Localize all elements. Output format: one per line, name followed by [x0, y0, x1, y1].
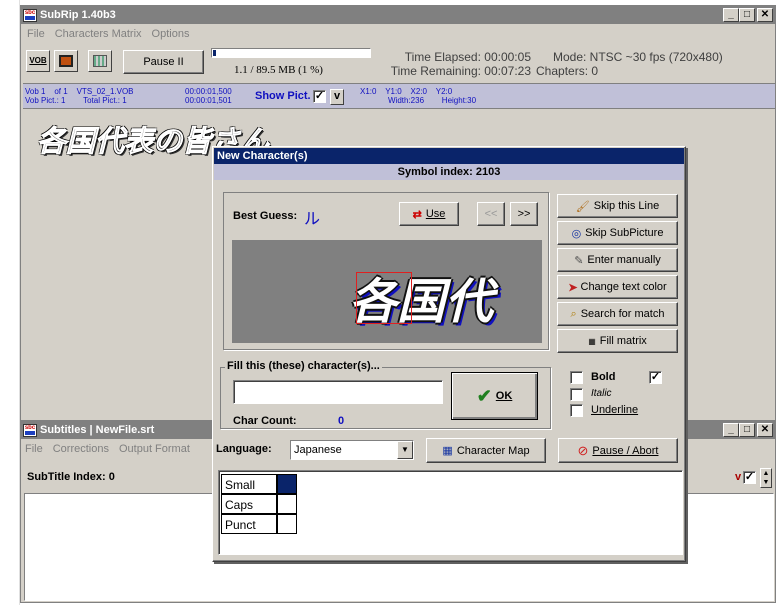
coords-line2: Width:236 Height:30 — [388, 96, 477, 105]
bold-label: Bold — [591, 371, 616, 383]
next-button[interactable]: >> — [510, 202, 538, 226]
time-elapsed: Time Elapsed: 00:00:05 — [404, 50, 531, 64]
brush-icon: 🖌 — [575, 200, 590, 213]
chevron-down-icon[interactable]: ▼ — [397, 441, 413, 459]
matrix-area: Small Caps Punct — [218, 470, 683, 555]
left-edge — [0, 0, 20, 605]
subtitles-maximize-button[interactable]: □ — [739, 423, 755, 437]
character-preview: 各国代 — [232, 240, 542, 343]
minimize-button[interactable]: _ — [723, 8, 739, 22]
char-count-label: Char Count: — [233, 415, 297, 427]
use-button[interactable]: ⇄ Use — [399, 202, 459, 226]
film-icon-button[interactable] — [54, 50, 78, 72]
color-arrow-icon: ➤ — [568, 281, 578, 294]
preview-highlight-box — [356, 272, 412, 324]
pause-abort-button[interactable]: ⊘ Pause / Abort — [558, 438, 678, 463]
bold-checkbox[interactable] — [570, 371, 583, 384]
enter-manually-button[interactable]: ✎ Enter manually — [557, 248, 678, 272]
show-pict-checkbox[interactable]: ✓ — [313, 90, 326, 103]
subtitles-spinner[interactable]: ▲ ▼ — [760, 468, 772, 488]
maximize-button[interactable]: □ — [739, 8, 755, 22]
menu-options[interactable]: Options — [152, 28, 190, 40]
new-character-dialog: New Character(s) Symbol index: 2103 Best… — [212, 146, 686, 562]
pencil-icon: ✎ — [574, 254, 584, 267]
vob-icon-button[interactable]: VOB — [26, 50, 50, 72]
matrix-icon: ▦ — [588, 336, 596, 346]
change-text-color-button[interactable]: ➤ Change text color — [557, 275, 678, 299]
subtitles-v-checkbox[interactable]: ✓ — [743, 471, 756, 484]
search-match-icon: ⌕ — [570, 307, 577, 320]
pause-button[interactable]: Pause II — [123, 50, 204, 74]
subtitles-minimize-button[interactable]: _ — [723, 423, 739, 437]
italic-label: Italic — [591, 388, 612, 399]
menu-characters-matrix[interactable]: Characters Matrix — [55, 28, 142, 40]
subrip-app-icon: sbc — [23, 8, 37, 22]
subtitle-index-label: SubTitle Index: 0 — [27, 471, 115, 483]
language-value: Japanese — [294, 444, 342, 456]
symbol-index: Symbol index: 2103 — [397, 166, 501, 178]
symbol-index-bar: Symbol index: 2103 — [214, 164, 684, 180]
matrix-row-punct[interactable]: Punct — [221, 514, 297, 534]
subrip-titlebar[interactable]: sbc SubRip 1.40b3 _ □ ✕ — [21, 6, 775, 24]
matrix-row-caps[interactable]: Caps — [221, 494, 297, 514]
fill-input[interactable] — [233, 380, 443, 404]
fill-matrix-button[interactable]: ▦ Fill matrix — [557, 329, 678, 353]
checkmark-icon: ✔ — [476, 385, 492, 406]
v-button[interactable]: v — [330, 89, 344, 105]
binoculars-icon: ◎ — [571, 227, 582, 240]
progress-text: 1.1 / 89.5 MB (1 %) — [234, 64, 323, 76]
close-button[interactable]: ✕ — [757, 8, 773, 22]
matrix-row-small[interactable]: Small — [221, 474, 297, 494]
info-bar: Vob 1 of 1 VTS_02_1.VOB Vob Pict.: 1 Tot… — [23, 83, 775, 109]
picture-icon-button[interactable] — [88, 50, 112, 72]
italic-checkbox[interactable] — [570, 388, 583, 401]
subrip-menubar: File Characters Matrix Options — [21, 25, 775, 43]
picture-icon — [93, 55, 107, 67]
coords-line1: X1:0 Y1:0 X2:0 Y2:0 — [360, 87, 453, 96]
subtitles-title: Subtitles | NewFile.srt — [40, 424, 155, 436]
ok-button[interactable]: ✔ OK — [451, 372, 538, 420]
use-arrows-icon: ⇄ — [412, 208, 422, 221]
progress-bar — [211, 48, 371, 58]
vob-info-line2: Vob Pict.: 1 Total Pict.: 1 — [25, 96, 127, 105]
fill-legend: Fill this (these) character(s)... — [225, 360, 382, 372]
stop-icon: ⊘ — [577, 442, 589, 458]
subtitles-app-icon: sbc — [23, 423, 37, 437]
matrix-cell[interactable] — [277, 494, 297, 514]
menu-file[interactable]: File — [27, 28, 45, 40]
matrix-cell[interactable] — [277, 514, 297, 534]
mode-text: Mode: NTSC ~30 fps (720x480) — [553, 50, 723, 64]
time-start: 00:00:01,500 — [185, 87, 232, 96]
subrip-title: SubRip 1.40b3 — [40, 9, 116, 21]
character-map-icon: ▦ — [442, 445, 453, 457]
show-pict-label: Show Pict. — [255, 90, 311, 102]
vob-info-line1: Vob 1 of 1 VTS_02_1.VOB — [25, 87, 134, 96]
language-label: Language: — [216, 443, 272, 455]
character-map-button[interactable]: ▦ Character Map — [426, 438, 546, 463]
char-count-value: 0 — [338, 415, 345, 427]
best-guess-group: Best Guess: ル ⇄ Use << >> 各国代 — [223, 192, 549, 350]
skip-line-button[interactable]: 🖌 Skip this Line — [557, 194, 678, 218]
search-for-match-button[interactable]: ⌕ Search for match — [557, 302, 678, 326]
language-select[interactable]: Japanese ▼ — [290, 440, 414, 460]
underline-label: Underline — [591, 404, 639, 416]
subtitles-menu-file[interactable]: File — [25, 443, 43, 455]
best-guess-char: ル — [304, 211, 321, 228]
prev-button[interactable]: << — [477, 202, 505, 226]
dialog-titlebar[interactable]: New Character(s) — [214, 148, 684, 164]
underline-checkbox[interactable] — [570, 404, 583, 417]
chapters-text: Chapters: 0 — [536, 64, 599, 78]
bold-right-checkbox[interactable]: ✓ — [649, 371, 662, 384]
subtitles-menu-corrections[interactable]: Corrections — [53, 443, 109, 455]
subtitles-close-button[interactable]: ✕ — [757, 423, 773, 437]
film-icon — [59, 55, 73, 67]
time-end: 00:00:01,501 — [185, 96, 232, 105]
skip-subpicture-button[interactable]: ◎ Skip SubPicture — [557, 221, 678, 245]
time-remaining: Time Remaining: 00:07:23 — [390, 64, 531, 78]
subtitles-menu-output-format[interactable]: Output Format — [119, 443, 190, 455]
best-guess-label: Best Guess: — [233, 210, 298, 222]
progress-fill — [213, 50, 217, 56]
subtitles-v-label: v — [735, 471, 742, 483]
matrix-cell-selected[interactable] — [277, 474, 297, 494]
